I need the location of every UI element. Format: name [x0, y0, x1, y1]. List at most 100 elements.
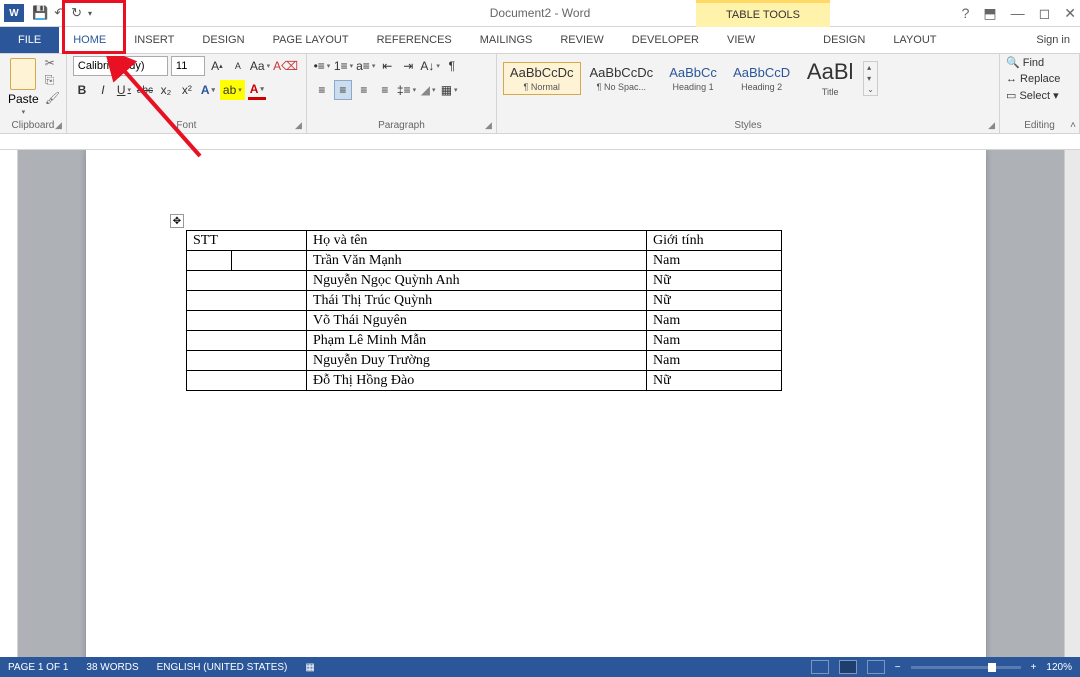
tab-table-design[interactable]: DESIGN: [809, 27, 879, 53]
zoom-in-button[interactable]: +: [1031, 662, 1037, 673]
subscript-button[interactable]: x₂: [157, 80, 175, 100]
table-move-handle-icon[interactable]: ✥: [170, 214, 184, 228]
cell-gender[interactable]: Nam: [647, 351, 782, 371]
zoom-level[interactable]: 120%: [1046, 662, 1072, 673]
underline-button[interactable]: U: [115, 80, 133, 100]
read-mode-icon[interactable]: [811, 660, 829, 674]
ribbon-options-icon[interactable]: ⬒: [983, 5, 996, 22]
web-layout-icon[interactable]: [867, 660, 885, 674]
cell-stt[interactable]: [187, 351, 307, 371]
help-icon[interactable]: ?: [962, 5, 970, 22]
cell-stt-b[interactable]: [232, 251, 307, 271]
tab-page-layout[interactable]: PAGE LAYOUT: [259, 27, 363, 53]
dialog-launcher-icon[interactable]: ◢: [485, 120, 492, 131]
shrink-font-button[interactable]: A: [229, 56, 247, 76]
font-name-select[interactable]: [73, 56, 168, 76]
increase-indent-button[interactable]: ⇥: [399, 56, 417, 76]
cut-icon[interactable]: ✂: [45, 56, 60, 70]
tab-home[interactable]: HOME: [59, 27, 120, 53]
grow-font-button[interactable]: A▴: [208, 56, 226, 76]
copy-icon[interactable]: ⎘: [45, 73, 60, 88]
page[interactable]: ✥ STT Họ và tên Giới tính Trần Văn Mạnh …: [86, 150, 986, 657]
content-table[interactable]: STT Họ và tên Giới tính Trần Văn Mạnh Na…: [186, 230, 782, 391]
sort-button[interactable]: A↓: [420, 56, 440, 76]
highlight-button[interactable]: ab: [220, 80, 245, 100]
format-painter-icon[interactable]: 🖌: [45, 91, 60, 105]
status-language[interactable]: ENGLISH (UNITED STATES): [157, 662, 288, 673]
dialog-launcher-icon[interactable]: ◢: [988, 120, 995, 131]
align-right-button[interactable]: ≡: [355, 80, 373, 100]
cell-name[interactable]: Nguyễn Ngọc Quỳnh Anh: [307, 271, 647, 291]
tab-references[interactable]: REFERENCES: [363, 27, 466, 53]
bullets-button[interactable]: •≡: [313, 56, 331, 76]
select-button[interactable]: ▭ Select ▾: [1006, 89, 1073, 102]
cell-name[interactable]: Nguyễn Duy Trường: [307, 351, 647, 371]
minimize-icon[interactable]: —: [1011, 5, 1025, 22]
decrease-indent-button[interactable]: ⇤: [378, 56, 396, 76]
cell-gender[interactable]: Nữ: [647, 291, 782, 311]
cell-stt[interactable]: [187, 331, 307, 351]
numbering-button[interactable]: 1≡: [334, 56, 353, 76]
header-name[interactable]: Họ và tên: [307, 231, 647, 251]
font-size-select[interactable]: [171, 56, 205, 76]
tab-design[interactable]: DESIGN: [188, 27, 258, 53]
find-button[interactable]: 🔍 Find: [1006, 56, 1073, 69]
tab-mailings[interactable]: MAILINGS: [466, 27, 547, 53]
redo-icon[interactable]: ↻: [71, 5, 82, 21]
text-effects-button[interactable]: A: [199, 80, 217, 100]
multilevel-list-button[interactable]: a≡: [356, 56, 375, 76]
font-color-button[interactable]: A: [248, 80, 266, 100]
horizontal-ruler[interactable]: [0, 134, 1080, 150]
style-heading-2[interactable]: AaBbCcDHeading 2: [726, 62, 797, 95]
style-heading-1[interactable]: AaBbCcHeading 1: [662, 62, 724, 95]
justify-button[interactable]: ≡: [376, 80, 394, 100]
close-icon[interactable]: ✕: [1064, 5, 1076, 22]
header-gender[interactable]: Giới tính: [647, 231, 782, 251]
tab-review[interactable]: REVIEW: [546, 27, 617, 53]
zoom-out-button[interactable]: −: [895, 662, 901, 673]
maximize-icon[interactable]: ◻: [1039, 5, 1051, 22]
dialog-launcher-icon[interactable]: ◢: [55, 120, 62, 131]
qat-more-icon[interactable]: ▾: [88, 9, 92, 18]
collapse-ribbon-icon[interactable]: ˄: [1070, 120, 1076, 131]
table-header-row[interactable]: STT Họ và tên Giới tính: [187, 231, 782, 251]
table-row[interactable]: Phạm Lê Minh MẫnNam: [187, 331, 782, 351]
borders-button[interactable]: ▦: [440, 80, 458, 100]
macro-icon[interactable]: ▦: [305, 662, 314, 673]
print-layout-icon[interactable]: [839, 660, 857, 674]
cell-gender[interactable]: Nam: [647, 251, 782, 271]
header-stt[interactable]: STT: [187, 231, 307, 251]
status-word-count[interactable]: 38 WORDS: [86, 662, 138, 673]
line-spacing-button[interactable]: ‡≡: [397, 80, 416, 100]
table-row[interactable]: Thái Thị Trúc QuỳnhNữ: [187, 291, 782, 311]
strikethrough-button[interactable]: abc: [136, 80, 154, 100]
sign-in-link[interactable]: Sign in: [1036, 27, 1070, 53]
cell-name[interactable]: Võ Thái Nguyên: [307, 311, 647, 331]
cell-gender[interactable]: Nữ: [647, 271, 782, 291]
table-row[interactable]: Võ Thái NguyênNam: [187, 311, 782, 331]
cell-stt[interactable]: [187, 311, 307, 331]
clear-formatting-button[interactable]: A⌫: [273, 56, 298, 76]
cell-name[interactable]: Phạm Lê Minh Mẫn: [307, 331, 647, 351]
tab-view[interactable]: VIEW: [713, 27, 769, 53]
cell-stt[interactable]: [187, 291, 307, 311]
table-row[interactable]: Nguyễn Duy TrườngNam: [187, 351, 782, 371]
bold-button[interactable]: B: [73, 80, 91, 100]
cell-stt[interactable]: [187, 371, 307, 391]
undo-icon[interactable]: ↶: [54, 5, 65, 21]
tab-developer[interactable]: DEVELOPER: [618, 27, 713, 53]
table-row[interactable]: Trần Văn Mạnh Nam: [187, 251, 782, 271]
dialog-launcher-icon[interactable]: ◢: [295, 120, 302, 131]
tab-insert[interactable]: INSERT: [120, 27, 188, 53]
cell-gender[interactable]: Nữ: [647, 371, 782, 391]
shading-button[interactable]: ◢: [419, 80, 437, 100]
align-center-button[interactable]: ≡: [334, 80, 352, 100]
cell-name[interactable]: Thái Thị Trúc Quỳnh: [307, 291, 647, 311]
cell-name[interactable]: Trần Văn Mạnh: [307, 251, 647, 271]
paste-button[interactable]: Paste ▾: [6, 56, 41, 118]
cell-stt[interactable]: [187, 271, 307, 291]
change-case-button[interactable]: Aa: [250, 56, 270, 76]
vertical-ruler[interactable]: [0, 150, 18, 657]
vertical-scrollbar[interactable]: [1064, 150, 1080, 657]
cell-gender[interactable]: Nam: [647, 311, 782, 331]
